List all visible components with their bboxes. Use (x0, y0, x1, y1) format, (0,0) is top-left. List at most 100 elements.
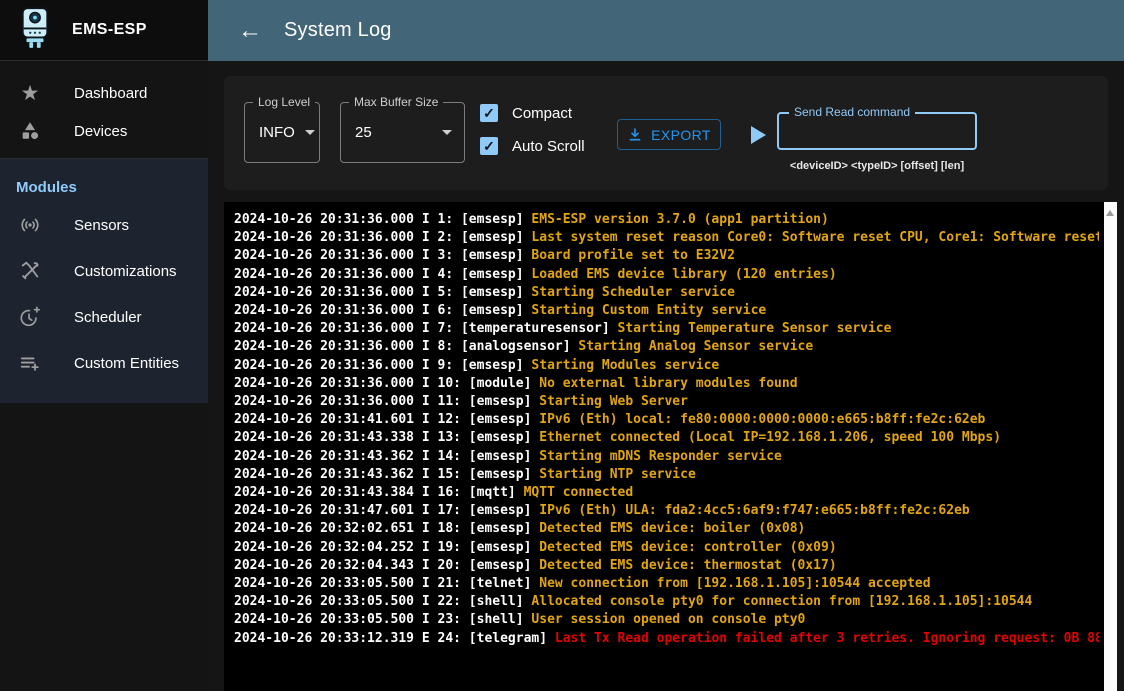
log-prefix: 2024-10-26 20:33:05.500 I 22: [shell] (234, 594, 531, 609)
send-command-play-button[interactable] (751, 126, 766, 144)
tools-icon (18, 259, 42, 283)
auto-scroll-label: Auto Scroll (512, 138, 585, 155)
log-message: Starting Scheduler service (531, 285, 735, 300)
sidebar-item-customizations[interactable]: Customizations (0, 248, 208, 294)
ems-esp-app: EMS-ESP ★ Dashboard Devices Module (0, 0, 1124, 691)
log-message: Starting Analog Sensor service (578, 339, 813, 354)
log-line: 2024-10-26 20:31:36.000 I 7: [temperatur… (234, 320, 1099, 338)
log-line: 2024-10-26 20:31:36.000 I 5: [emsesp] St… (234, 284, 1099, 302)
log-line: 2024-10-26 20:31:36.000 I 2: [emsesp] La… (234, 229, 1099, 247)
page-title: System Log (284, 19, 392, 42)
log-level-label: Log Level (253, 95, 315, 109)
log-message: Allocated console pty0 for connection fr… (531, 594, 1032, 609)
log-prefix: 2024-10-26 20:31:43.362 I 15: [emsesp] (234, 467, 539, 482)
sidebar-item-label: Scheduler (74, 309, 142, 326)
chevron-down-icon (442, 130, 452, 135)
log-message: Starting NTP service (539, 467, 696, 482)
export-button[interactable]: EXPORT (617, 119, 721, 150)
max-buffer-size-value: 25 (355, 124, 372, 141)
sidebar-item-label: Devices (74, 123, 127, 140)
log-prefix: 2024-10-26 20:32:04.343 I 20: [emsesp] (234, 558, 539, 573)
log-line: 2024-10-26 20:33:05.500 I 22: [shell] Al… (234, 593, 1099, 611)
compact-checkbox[interactable]: ✓ Compact (480, 104, 585, 122)
log-prefix: 2024-10-26 20:31:36.000 I 5: [emsesp] (234, 285, 531, 300)
log-message: No external library modules found (539, 376, 797, 391)
log-prefix: 2024-10-26 20:31:36.000 I 9: [emsesp] (234, 358, 531, 373)
log-prefix: 2024-10-26 20:31:36.000 I 8: [analogsens… (234, 339, 578, 354)
log-line: 2024-10-26 20:31:36.000 I 1: [emsesp] EM… (234, 211, 1099, 229)
log-message: Last Tx Read operation failed after 3 re… (555, 631, 1099, 646)
log-prefix: 2024-10-26 20:31:43.338 I 13: [emsesp] (234, 430, 539, 445)
log-line: 2024-10-26 20:31:36.000 I 3: [emsesp] Bo… (234, 247, 1099, 265)
log-line: 2024-10-26 20:32:04.252 I 19: [emsesp] D… (234, 539, 1099, 557)
log-prefix: 2024-10-26 20:33:05.500 I 21: [telnet] (234, 576, 539, 591)
log-line: 2024-10-26 20:33:05.500 I 23: [shell] Us… (234, 611, 1099, 629)
log-prefix: 2024-10-26 20:31:36.000 I 1: [emsesp] (234, 212, 531, 227)
modules-section: Modules Sensors (0, 159, 208, 403)
log-line: 2024-10-26 20:31:43.362 I 14: [emsesp] S… (234, 448, 1099, 466)
send-read-command-input[interactable] (779, 114, 975, 148)
log-prefix: 2024-10-26 20:31:36.000 I 6: [emsesp] (234, 303, 531, 318)
checkbox-checked-icon: ✓ (480, 137, 498, 155)
log-message: Loaded EMS device library (120 entries) (531, 267, 836, 282)
max-buffer-size-label: Max Buffer Size (349, 95, 443, 109)
sidebar-item-label: Sensors (74, 217, 129, 234)
log-line: 2024-10-26 20:33:12.319 E 24: [telegram]… (234, 630, 1099, 648)
log-prefix: 2024-10-26 20:31:36.000 I 11: [emsesp] (234, 394, 539, 409)
log-message: Starting Temperature Sensor service (618, 321, 892, 336)
send-read-command-label: Send Read command (789, 105, 915, 119)
log-message: Starting Custom Entity service (531, 303, 766, 318)
log-message: IPv6 (Eth) local: fe80:0000:0000:0000:e6… (539, 412, 985, 427)
star-icon: ★ (18, 81, 42, 105)
log-message: Detected EMS device: thermostat (0x17) (539, 558, 836, 573)
scrollbar-up-arrow-icon (1106, 210, 1114, 216)
send-read-command-helper: <deviceID> <typeID> [offset] [len] (769, 160, 985, 172)
log-prefix: 2024-10-26 20:33:05.500 I 23: [shell] (234, 612, 531, 627)
log-message: Detected EMS device: boiler (0x08) (539, 521, 805, 536)
sidebar: EMS-ESP ★ Dashboard Devices Module (0, 0, 208, 691)
log-line: 2024-10-26 20:32:04.343 I 20: [emsesp] D… (234, 557, 1099, 575)
auto-scroll-checkbox[interactable]: ✓ Auto Scroll (480, 137, 585, 155)
log-line: 2024-10-26 20:31:41.601 I 12: [emsesp] I… (234, 411, 1099, 429)
log-line: 2024-10-26 20:33:05.500 I 21: [telnet] N… (234, 575, 1099, 593)
sidebar-item-devices[interactable]: Devices (0, 112, 208, 150)
sensors-icon (18, 213, 42, 237)
max-buffer-size-select[interactable]: Max Buffer Size 25 (340, 102, 465, 163)
sidebar-item-sensors[interactable]: Sensors (0, 202, 208, 248)
log-prefix: 2024-10-26 20:31:36.000 I 10: [module] (234, 376, 539, 391)
log-line: 2024-10-26 20:31:43.362 I 15: [emsesp] S… (234, 466, 1099, 484)
log-prefix: 2024-10-26 20:32:04.252 I 19: [emsesp] (234, 540, 539, 555)
log-message: MQTT connected (524, 485, 634, 500)
chevron-down-icon (305, 130, 315, 135)
sidebar-item-custom-entities[interactable]: Custom Entities (0, 340, 208, 386)
log-prefix: 2024-10-26 20:31:47.601 I 17: [emsesp] (234, 503, 539, 518)
checkbox-checked-icon: ✓ (480, 104, 498, 122)
log-level-select[interactable]: Log Level INFO (244, 102, 320, 163)
export-button-label: EXPORT (651, 127, 711, 143)
sidebar-item-label: Customizations (74, 263, 177, 280)
sidebar-item-dashboard[interactable]: ★ Dashboard (0, 74, 208, 112)
log-message: EMS-ESP version 3.7.0 (app1 partition) (531, 212, 828, 227)
sidebar-item-label: Custom Entities (74, 355, 179, 372)
system-log-console[interactable]: 2024-10-26 20:31:36.000 I 1: [emsesp] EM… (224, 202, 1117, 691)
log-line: 2024-10-26 20:32:02.651 I 18: [emsesp] D… (234, 520, 1099, 538)
sidebar-item-label: Dashboard (74, 85, 147, 102)
log-scrollbar[interactable] (1104, 202, 1117, 691)
log-prefix: 2024-10-26 20:31:36.000 I 7: [temperatur… (234, 321, 618, 336)
log-message: Ethernet connected (Local IP=192.168.1.2… (539, 430, 1001, 445)
log-prefix: 2024-10-26 20:31:41.601 I 12: [emsesp] (234, 412, 539, 427)
log-level-value: INFO (259, 124, 295, 141)
log-message: Board profile set to E32V2 (531, 248, 735, 263)
log-output: 2024-10-26 20:31:36.000 I 1: [emsesp] EM… (234, 211, 1099, 648)
log-prefix: 2024-10-26 20:32:02.651 I 18: [emsesp] (234, 521, 539, 536)
log-line: 2024-10-26 20:31:36.000 I 6: [emsesp] St… (234, 302, 1099, 320)
log-line: 2024-10-26 20:31:43.384 I 16: [mqtt] MQT… (234, 484, 1099, 502)
back-arrow-icon[interactable]: ← (234, 19, 266, 43)
sidebar-item-scheduler[interactable]: Scheduler (0, 294, 208, 340)
log-message: New connection from [192.168.1.105]:1054… (539, 576, 930, 591)
log-prefix: 2024-10-26 20:31:36.000 I 4: [emsesp] (234, 267, 531, 282)
sidebar-nav: ★ Dashboard Devices (0, 61, 208, 159)
appbar: ← System Log (208, 0, 1124, 61)
log-message: Starting Modules service (531, 358, 719, 373)
log-message: User session opened on console pty0 (531, 612, 805, 627)
